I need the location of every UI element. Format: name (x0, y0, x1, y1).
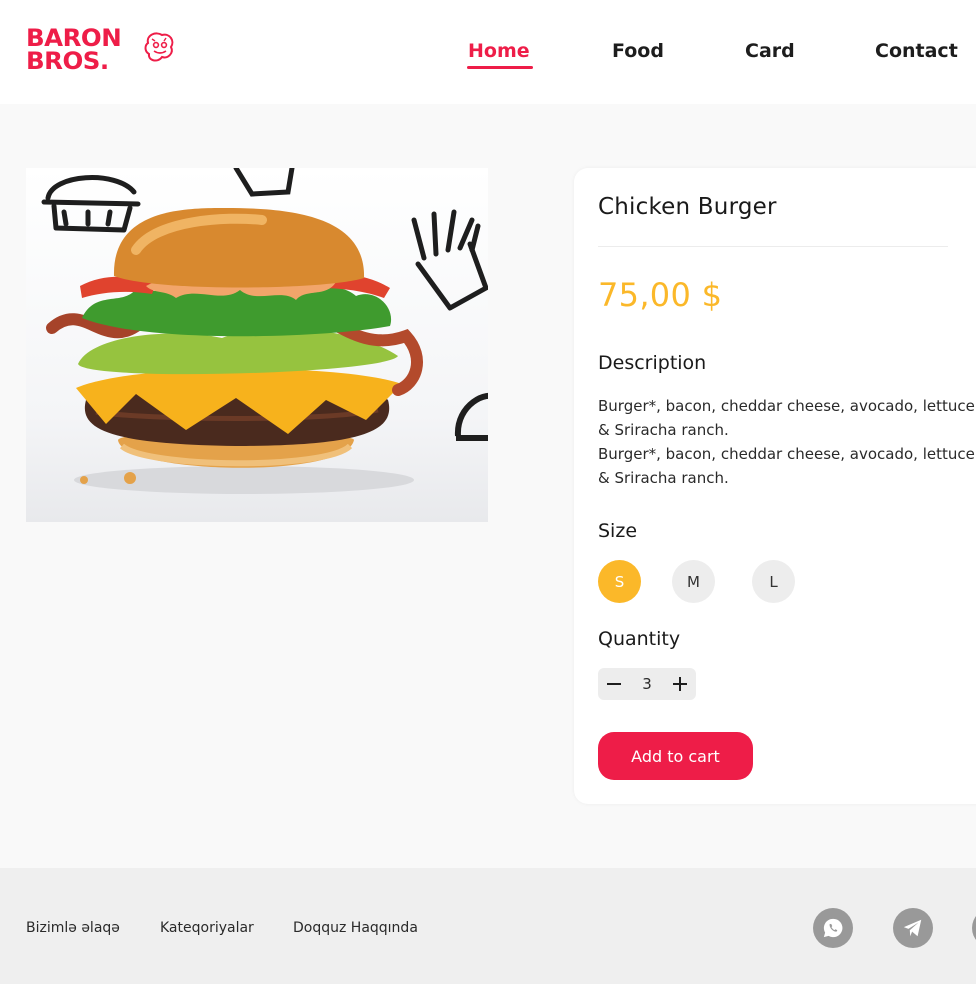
doodle-burger-icon (41, 175, 141, 233)
site-header: BARON BROS. Home Food Card Contact (0, 0, 976, 104)
minus-icon (607, 683, 621, 685)
doodle-bun-icon (454, 392, 488, 441)
add-to-cart-button[interactable]: Add to cart (598, 732, 753, 780)
quantity-value[interactable]: 3 (630, 668, 664, 700)
divider (598, 246, 948, 247)
whatsapp-button[interactable] (813, 908, 853, 948)
brand-logo[interactable]: BARON BROS. (26, 24, 176, 79)
doodle-cup-icon (233, 168, 295, 197)
decrement-button[interactable] (598, 668, 630, 700)
size-heading: Size (598, 520, 638, 542)
description-heading: Description (598, 352, 707, 374)
nav-card[interactable]: Card (745, 40, 795, 62)
logo-wordmark: BARON BROS. (26, 24, 122, 75)
size-option-l[interactable]: L (752, 560, 795, 603)
product-description: Burger*, bacon, cheddar cheese, avocado,… (598, 397, 975, 487)
nav-food[interactable]: Food (612, 40, 664, 62)
telegram-icon (903, 919, 922, 937)
burger-photo (41, 168, 488, 494)
instagram-button[interactable] (972, 908, 976, 948)
quantity-heading: Quantity (598, 628, 681, 650)
size-option-s[interactable]: S (598, 560, 641, 603)
nav-contact[interactable]: Contact (875, 40, 958, 62)
product-card: Chicken Burger 75,00 $ Description Burge… (574, 168, 976, 804)
telegram-button[interactable] (893, 908, 933, 948)
doodle-fries-icon (411, 209, 488, 311)
whatsapp-icon (823, 918, 843, 938)
product-title: Chicken Burger (598, 194, 777, 220)
quantity-stepper: 3 (598, 668, 696, 700)
nav-home[interactable]: Home (467, 40, 533, 69)
size-option-m[interactable]: M (672, 560, 715, 603)
footer-link-categories[interactable]: Kateqoriyalar (160, 920, 254, 936)
logo-mascot-icon (144, 32, 174, 62)
product-image (26, 168, 488, 522)
plus-icon (673, 677, 687, 691)
site-footer: Bizimlə əlaqə Kateqoriyalar Doqquz Haqqı… (0, 868, 976, 984)
footer-link-contact[interactable]: Bizimlə əlaqə (26, 920, 120, 936)
increment-button[interactable] (664, 668, 696, 700)
footer-link-about[interactable]: Doqquz Haqqında (293, 920, 418, 936)
product-price: 75,00 $ (598, 276, 723, 314)
